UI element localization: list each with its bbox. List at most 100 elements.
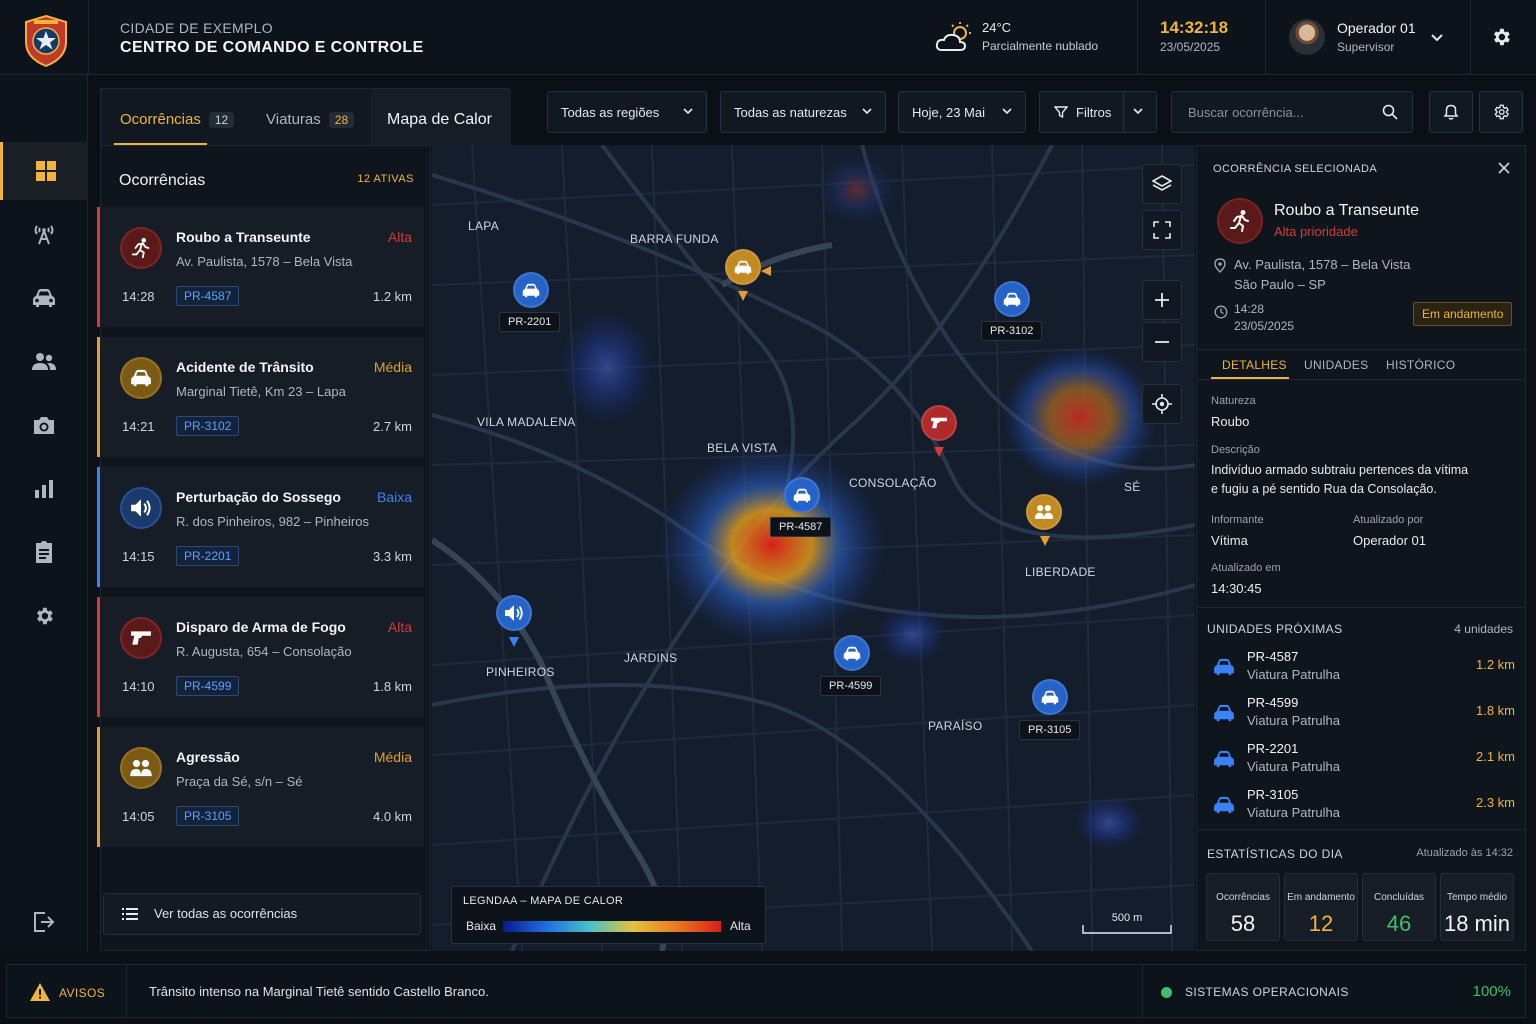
- filters-button[interactable]: Filtros: [1039, 91, 1157, 133]
- zoom-in-button[interactable]: [1142, 280, 1182, 320]
- incident-unit-code[interactable]: PR-4599: [176, 676, 240, 696]
- tab-vehicles[interactable]: Viaturas 28: [266, 111, 355, 128]
- nav-settings[interactable]: [0, 587, 88, 645]
- unit-tag[interactable]: PR-4599: [820, 676, 882, 696]
- map-label-bela-vista: BELA VISTA: [707, 441, 778, 455]
- user-name[interactable]: Operador 01: [1337, 20, 1416, 36]
- nav-dashboard[interactable]: [0, 142, 88, 200]
- header: CIDADE DE EXEMPLO CENTRO DE COMANDO E CO…: [0, 0, 1536, 75]
- map-label-jardins: JARDINS: [624, 651, 678, 665]
- active-count: 12 ATIVAS: [357, 173, 414, 185]
- incident-unit-code[interactable]: PR-3102: [176, 416, 240, 436]
- incident-card[interactable]: Roubo a Transeunte Alta Av. Paulista, 1578…: [97, 207, 424, 327]
- alert-message[interactable]: Trânsito intenso na Marginal Tietê senti…: [149, 984, 489, 999]
- nav-vehicles[interactable]: [0, 269, 88, 327]
- partly-cloudy-icon: [934, 22, 974, 59]
- running-person-icon: [1217, 198, 1263, 244]
- stat-label: Em andamento: [1287, 892, 1355, 903]
- nearby-unit-row[interactable]: PR-4599 Viatura Patrulha 1.8 km: [1207, 692, 1517, 736]
- incident-distance: 2.7 km: [372, 419, 412, 434]
- gear-icon[interactable]: [1490, 26, 1512, 53]
- unit-tag[interactable]: PR-4587: [770, 517, 832, 537]
- zoom-out-button[interactable]: [1142, 322, 1182, 362]
- unit-code: PR-3105: [1247, 787, 1299, 802]
- nav-people[interactable]: [0, 333, 88, 391]
- weather-desc: Parcialmente nublado: [982, 39, 1099, 53]
- nearby-count: 4 unidades: [1454, 622, 1513, 636]
- nav-logout[interactable]: [0, 893, 88, 951]
- tab-details[interactable]: DETALHES: [1222, 358, 1287, 372]
- unit-pin-pr-3105[interactable]: [1032, 679, 1068, 715]
- scale-bar: 500 m: [1082, 912, 1172, 934]
- tab-heatmap[interactable]: Mapa de Calor: [387, 111, 492, 129]
- weather-temp: 24°C: [982, 20, 1012, 35]
- chevron-down-icon[interactable]: [1430, 30, 1444, 48]
- car-icon: [793, 488, 811, 502]
- fullscreen-button[interactable]: [1142, 210, 1182, 250]
- layers-button[interactable]: [1142, 164, 1182, 204]
- incident-card[interactable]: Perturbação do Sossego Baixa R. dos Pinhei…: [97, 467, 424, 587]
- updated-at-label: Atualizado em: [1211, 562, 1281, 574]
- incident-pin-gunshot[interactable]: [921, 405, 957, 441]
- list-icon: [122, 908, 138, 920]
- close-icon[interactable]: [1497, 161, 1511, 180]
- detail-priority: Alta prioridade: [1274, 224, 1358, 239]
- incident-priority: Alta: [387, 619, 412, 635]
- heat-map[interactable]: LAPA BARRA FUNDA VILA MADALENA BELA VIST…: [432, 145, 1195, 951]
- detail-time: 14:28: [1234, 302, 1265, 316]
- stat-label: Tempo médio: [1446, 892, 1508, 903]
- incident-title: Agressão: [176, 749, 240, 765]
- nav-cameras[interactable]: [0, 396, 88, 454]
- unit-code: PR-4587: [1247, 649, 1299, 664]
- incident-card[interactable]: Agressão Média Praça da Sé, s/n – Sé 14:05 P…: [97, 727, 424, 847]
- incident-unit-code[interactable]: PR-3105: [176, 806, 240, 826]
- incident-pin-noise[interactable]: [496, 595, 532, 631]
- incident-card[interactable]: Disparo de Arma de Fogo Alta R. Augusta, 6…: [97, 597, 424, 717]
- unit-tag[interactable]: PR-3105: [1019, 720, 1081, 740]
- map-label-se: SÉ: [1124, 480, 1141, 494]
- unit-tag[interactable]: PR-2201: [499, 312, 561, 332]
- nav-reports[interactable]: [0, 460, 88, 518]
- nav-radio[interactable]: [0, 205, 88, 263]
- updated-by-label: Atualizado por: [1353, 514, 1424, 526]
- stats-title: ESTATÍSTICAS DO DIA: [1207, 847, 1343, 861]
- systems-label: SISTEMAS OPERACIONAIS: [1185, 985, 1349, 999]
- informant-label: Informante: [1211, 514, 1264, 526]
- unit-pin-pr-2201[interactable]: [513, 272, 549, 308]
- legend-gradient: [503, 921, 721, 932]
- date-select[interactable]: Hoje, 23 Mai: [898, 91, 1026, 133]
- locate-button[interactable]: [1142, 384, 1182, 424]
- chevron-down-icon: [1002, 108, 1012, 115]
- user-avatar[interactable]: [1289, 19, 1325, 55]
- unit-pin-pr-4599[interactable]: [834, 635, 870, 671]
- tab-units[interactable]: UNIDADES: [1304, 358, 1368, 372]
- nature-select[interactable]: Todas as naturezas: [720, 91, 886, 133]
- nearby-unit-row[interactable]: PR-2201 Viatura Patrulha 2.1 km: [1207, 738, 1517, 782]
- system-status-dot: [1161, 987, 1172, 998]
- nearby-unit-row[interactable]: PR-4587 Viatura Patrulha 1.2 km: [1207, 646, 1517, 690]
- region-select[interactable]: Todas as regiões: [547, 91, 707, 133]
- incident-unit-code[interactable]: PR-4587: [176, 286, 240, 306]
- unit-pin-pr-3102[interactable]: [994, 281, 1030, 317]
- search-input[interactable]: Buscar ocorrência...: [1171, 91, 1413, 133]
- nav-clipboard[interactable]: [0, 523, 88, 581]
- tab-history[interactable]: HISTÓRICO: [1386, 358, 1455, 372]
- view-all-button[interactable]: Ver todas as ocorrências: [103, 893, 421, 935]
- stat-card: Em andamento 12: [1284, 873, 1358, 941]
- alerts-label: AVISOS: [59, 986, 106, 1000]
- nearby-unit-row[interactable]: PR-3105 Viatura Patrulha 2.3 km: [1207, 784, 1517, 828]
- unit-pin-pr-4587[interactable]: [784, 477, 820, 513]
- incident-priority: Baixa: [376, 489, 412, 505]
- unit-tag[interactable]: PR-3102: [981, 321, 1043, 341]
- incident-unit-code[interactable]: PR-2201: [176, 546, 240, 566]
- notifications-button[interactable]: [1429, 91, 1473, 133]
- incident-pin-aggression[interactable]: [1026, 494, 1062, 530]
- status-bar: AVISOS Trânsito intenso na Marginal Tiet…: [6, 964, 1526, 1018]
- map-settings-button[interactable]: [1479, 91, 1523, 133]
- tab-occurrences[interactable]: Ocorrências 12: [120, 111, 235, 128]
- heatmap-legend: LEGNDAA – MAPA DE CALOR Baixa Alta: [451, 886, 766, 944]
- stat-card: Concluídas 46: [1362, 873, 1436, 941]
- incident-pin-accident[interactable]: [725, 249, 761, 285]
- incident-card[interactable]: Acidente de Trânsito Média Marginal Tietê,…: [97, 337, 424, 457]
- updated-by-value: Operador 01: [1353, 533, 1426, 548]
